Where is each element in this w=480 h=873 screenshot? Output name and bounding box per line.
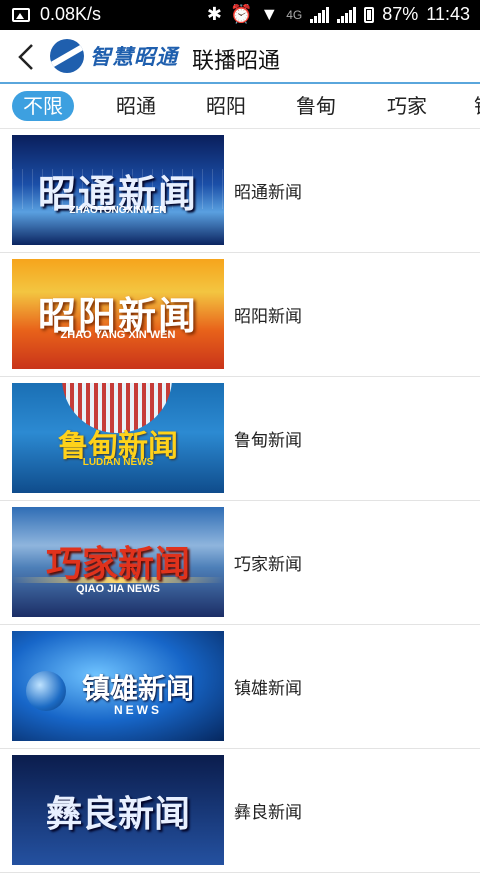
thumbnail-subcaption: NEWS bbox=[114, 703, 162, 717]
thumbnail-caption: 彝良新闻 bbox=[45, 793, 190, 835]
thumbnail-subcaption: LUDIAN NEWS bbox=[82, 457, 154, 468]
image-notification-icon bbox=[12, 7, 30, 22]
tab-all[interactable]: 不限 bbox=[12, 91, 74, 121]
status-bar: 0.08K/s ✱ ⏰ ▼ 4G 87% 11:43 bbox=[0, 0, 480, 30]
list-item[interactable]: 巧家新闻 QIAO JIA NEWS 巧家新闻 bbox=[0, 501, 480, 625]
network-speed: 0.08K/s bbox=[40, 4, 102, 24]
signal-1-icon bbox=[310, 6, 330, 23]
page-title: 联播昭通 bbox=[192, 49, 281, 74]
news-thumbnail: 昭阳新闻 ZHAO YANG XIN WEN bbox=[12, 259, 224, 369]
tab-zhenxiong[interactable]: 镇 bbox=[474, 91, 480, 121]
thumbnail-caption: 巧家新闻 bbox=[45, 543, 190, 585]
tab-ludian[interactable]: 鲁甸 bbox=[296, 91, 336, 121]
app-bar: 智慧昭通 联播昭通 bbox=[0, 30, 480, 84]
news-title: 昭阳新闻 bbox=[234, 307, 302, 327]
thumbnail-caption: 镇雄新闻 bbox=[81, 672, 194, 705]
bluetooth-icon: ✱ bbox=[206, 4, 222, 24]
tab-zhaotong[interactable]: 昭通 bbox=[116, 91, 156, 121]
globe-logo-icon bbox=[50, 39, 84, 73]
tab-zhaoyang[interactable]: 昭阳 bbox=[206, 91, 246, 121]
back-icon[interactable] bbox=[14, 42, 40, 72]
news-thumbnail: 彝良新闻 bbox=[12, 755, 224, 865]
battery-level: 87% bbox=[382, 4, 419, 24]
news-thumbnail: 巧家新闻 QIAO JIA NEWS bbox=[12, 507, 224, 617]
list-item[interactable]: 昭通新闻 ZHAOTONGXINWEN 昭通新闻 bbox=[0, 129, 480, 253]
news-title: 镇雄新闻 bbox=[234, 679, 302, 699]
list-item[interactable]: 镇雄新闻 NEWS 镇雄新闻 bbox=[0, 625, 480, 749]
news-title: 鲁甸新闻 bbox=[234, 431, 302, 451]
list-item[interactable]: 昭阳新闻 ZHAO YANG XIN WEN 昭阳新闻 bbox=[0, 253, 480, 377]
wifi-icon: ▼ bbox=[260, 4, 279, 24]
alarm-icon: ⏰ bbox=[229, 4, 253, 24]
news-list: 昭通新闻 ZHAOTONGXINWEN 昭通新闻 昭阳新闻 ZHAO YANG … bbox=[0, 129, 480, 873]
list-item[interactable]: 彝良新闻 彝良新闻 bbox=[0, 749, 480, 873]
thumbnail-subcaption: ZHAO YANG XIN WEN bbox=[60, 329, 176, 341]
network-type: 4G bbox=[286, 7, 303, 22]
thumbnail-subcaption: QIAO JIA NEWS bbox=[76, 583, 160, 595]
clock: 11:43 bbox=[426, 4, 470, 24]
signal-2-icon bbox=[337, 6, 357, 23]
news-title: 彝良新闻 bbox=[234, 803, 302, 823]
news-thumbnail: 鲁甸新闻 LUDIAN NEWS bbox=[12, 383, 224, 493]
logo-text: 智慧昭通 bbox=[90, 45, 178, 69]
region-tabs: 不限 昭通 昭阳 鲁甸 巧家 镇 bbox=[0, 84, 480, 129]
list-item[interactable]: 鲁甸新闻 LUDIAN NEWS 鲁甸新闻 bbox=[0, 377, 480, 501]
news-thumbnail: 镇雄新闻 NEWS bbox=[12, 631, 224, 741]
news-title: 昭通新闻 bbox=[234, 183, 302, 203]
news-thumbnail: 昭通新闻 ZHAOTONGXINWEN bbox=[12, 135, 224, 245]
tab-qiaojia[interactable]: 巧家 bbox=[387, 91, 427, 121]
app-logo: 智慧昭通 bbox=[50, 39, 178, 73]
battery-icon bbox=[364, 6, 375, 23]
thumbnail-subcaption: ZHAOTONGXINWEN bbox=[69, 205, 167, 216]
news-title: 巧家新闻 bbox=[234, 555, 302, 575]
